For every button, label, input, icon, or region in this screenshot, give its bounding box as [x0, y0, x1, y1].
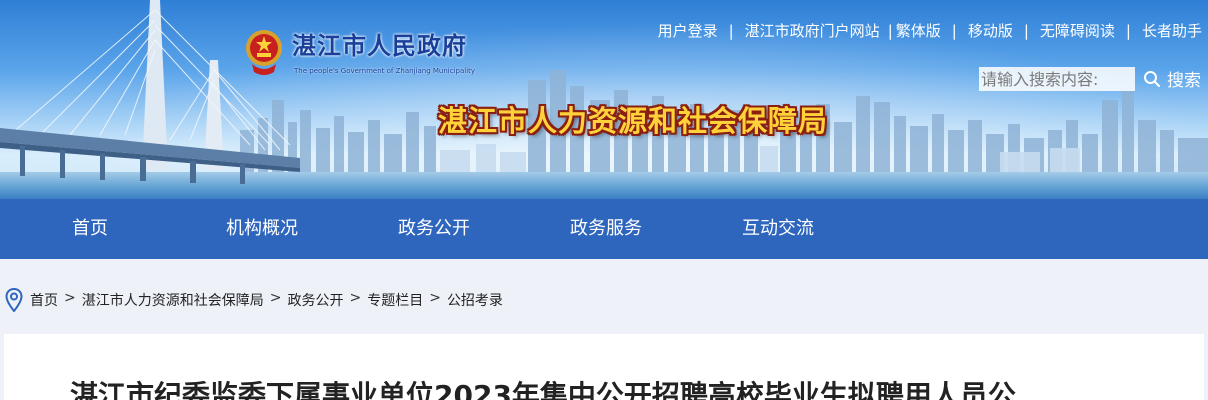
bureau-title: 湛江市人力资源和社会保障局	[438, 104, 829, 138]
breadcrumb-separator: >	[64, 290, 76, 306]
accessible-reading-link[interactable]: 无障碍阅读	[1040, 20, 1115, 41]
breadcrumb-home[interactable]: 首页	[30, 290, 58, 310]
nav-item-organization[interactable]: 机构概况	[226, 199, 298, 259]
breadcrumb-separator: >	[269, 290, 282, 306]
breadcrumb: 首页 > 湛江市人力资源和社会保障局 > 政务公开 > 专题栏目 > 公招考录	[0, 259, 1208, 334]
search-icon	[1144, 70, 1160, 87]
search-button-label: 搜索	[1167, 71, 1201, 91]
breadcrumb-bureau[interactable]: 湛江市人力资源和社会保障局	[82, 290, 264, 310]
search-button[interactable]: 搜索	[1143, 66, 1201, 91]
nav-item-interaction[interactable]: 互动交流	[742, 199, 814, 259]
breadcrumb-separator: >	[349, 290, 362, 306]
main-navigation: 首页 机构概况 政务公开 政务服务 互动交流	[0, 199, 1208, 259]
breadcrumb-separator: >	[429, 290, 441, 306]
link-separator: |	[1023, 21, 1029, 40]
breadcrumb-government-affairs[interactable]: 政务公开	[287, 290, 343, 310]
top-links-bar: 用户登录 | 湛江市政府门户网站 | 繁体版 | 移动版 | 无障碍阅读 | 长…	[658, 20, 1202, 41]
link-separator: |	[887, 21, 893, 40]
breadcrumb-trail: 首页 > 湛江市人力资源和社会保障局 > 政务公开 > 专题栏目 > 公招考录	[30, 290, 503, 310]
link-separator: |	[1125, 21, 1131, 40]
link-separator: |	[728, 21, 734, 40]
nav-item-services[interactable]: 政务服务	[570, 199, 642, 259]
article-panel: 湛江市纪委监委下属事业单位2023年集中公开招聘高校毕业生拟聘用人员公	[4, 334, 1204, 400]
national-emblem-icon	[246, 30, 282, 75]
government-english-name: The people's Government of Zhanjiang Mun…	[294, 67, 476, 75]
gov-portal-link[interactable]: 湛江市政府门户网站	[745, 20, 880, 41]
nav-item-home[interactable]: 首页	[72, 199, 108, 259]
breadcrumb-special-column[interactable]: 专题栏目	[367, 290, 423, 310]
header-banner: 湛江市人民政府 The people's Government of Zhanj…	[0, 0, 1208, 199]
search-input[interactable]	[979, 67, 1135, 91]
traditional-chinese-link[interactable]: 繁体版	[896, 20, 941, 41]
breadcrumb-recruitment[interactable]: 公招考录	[447, 290, 503, 310]
government-name: 湛江市人民政府	[292, 32, 467, 60]
login-link[interactable]: 用户登录	[658, 20, 718, 41]
location-pin-icon	[5, 288, 23, 312]
elder-assistant-link[interactable]: 长者助手	[1142, 20, 1202, 41]
link-separator: |	[951, 21, 957, 40]
nav-item-government-affairs[interactable]: 政务公开	[398, 199, 470, 259]
mobile-version-link[interactable]: 移动版	[968, 20, 1013, 41]
article-title: 湛江市纪委监委下属事业单位2023年集中公开招聘高校毕业生拟聘用人员公	[70, 379, 1016, 400]
